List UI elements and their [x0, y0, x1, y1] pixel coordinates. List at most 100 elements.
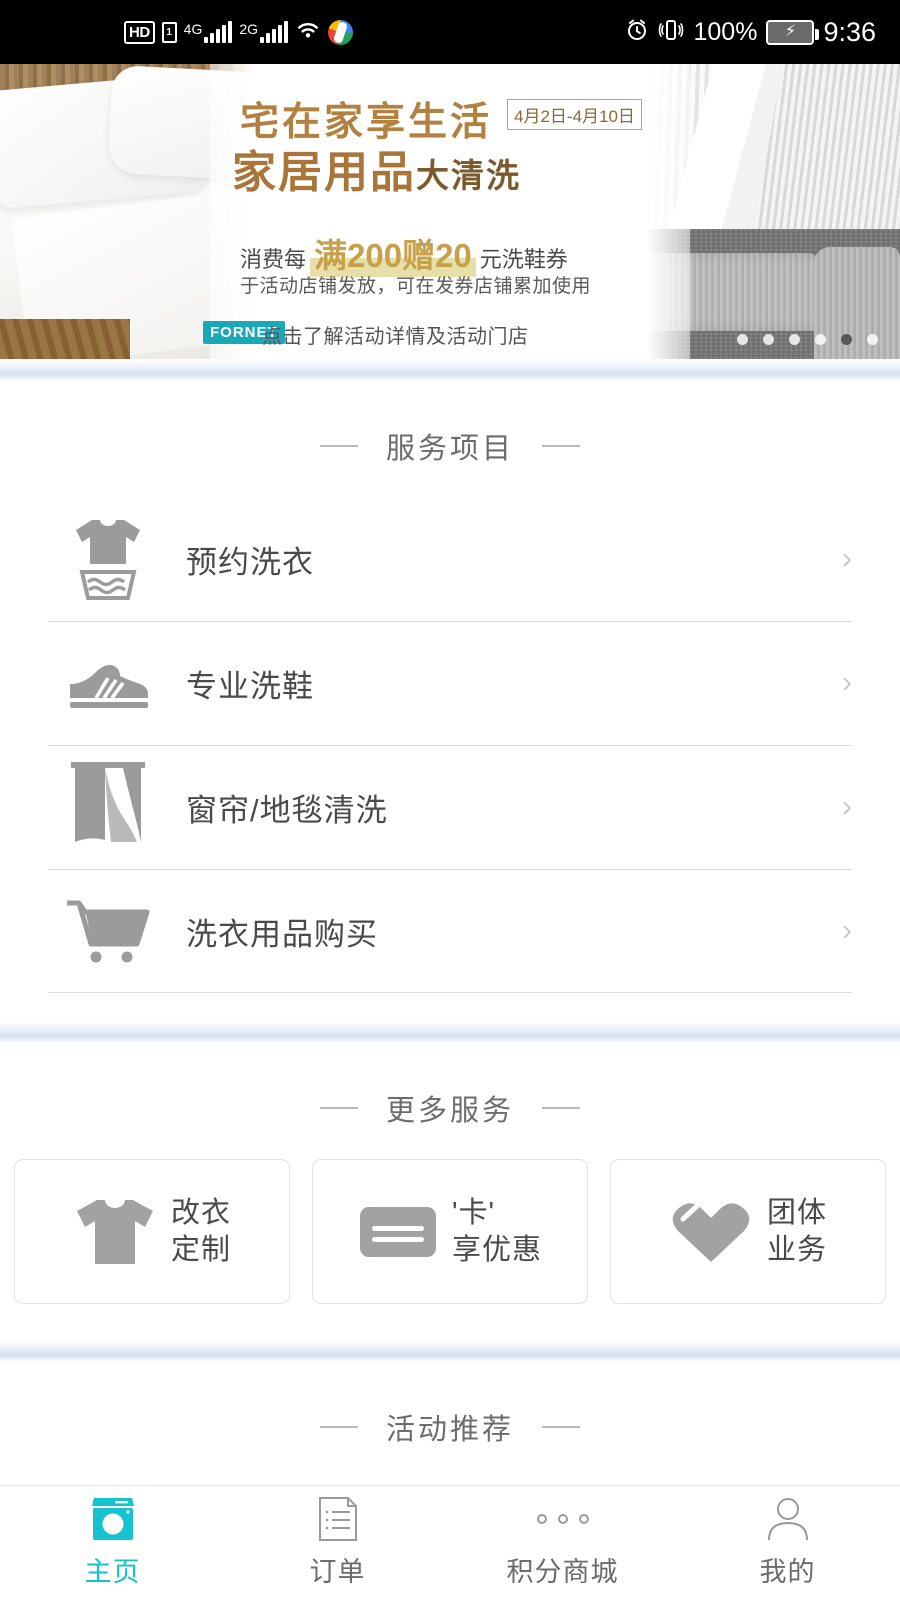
service-label: 预约洗衣 — [186, 544, 314, 580]
banner-headline-secondary: 家居用品大清洗 — [232, 136, 521, 200]
banner-promo-prefix: 消费每 — [240, 247, 307, 272]
google-photos-icon — [328, 19, 354, 45]
promo-banner-carousel[interactable]: 宅在家享生活 4月2日-4月10日 家居用品大清洗 消费每 满200赠20 元洗… — [0, 64, 900, 359]
carousel-dot-active[interactable] — [841, 334, 852, 345]
card-label-line2: 业务 — [766, 1233, 827, 1266]
tab-label: 我的 — [759, 1557, 816, 1587]
chevron-right-icon: › — [842, 790, 852, 823]
banner-subtitle: 于活动店铺发放，可在发券店铺累加使用 — [240, 276, 592, 297]
signal-bars-4g — [204, 21, 233, 43]
more-services-section: 更多服务 改衣 定制 '卡' 享优惠 团体 业务 — [0, 1043, 900, 1304]
tab-orders[interactable]: 订单 — [225, 1486, 450, 1600]
hd-badge: HD — [124, 20, 155, 44]
tab-home[interactable]: 主页 — [0, 1486, 225, 1600]
card-label-line1: '卡' — [451, 1197, 496, 1230]
card-clothing-alteration[interactable]: 改衣 定制 — [14, 1159, 290, 1304]
status-bar-left: HD 1 4G 2G — [124, 19, 354, 45]
card-icon — [358, 1203, 438, 1261]
heart-icon — [669, 1199, 753, 1265]
more-services-section-header: 更多服务 — [0, 1043, 900, 1159]
wifi-icon — [295, 19, 321, 45]
more-services-cards: 改衣 定制 '卡' 享优惠 团体 业务 — [0, 1159, 900, 1304]
signal-bars-2g — [260, 21, 289, 43]
card-label-line1: 团体 — [766, 1197, 827, 1230]
card-label-line2: 享优惠 — [451, 1233, 542, 1266]
banner-promo-line: 消费每 满200赠20 元洗鞋券 — [240, 229, 568, 277]
network-4g-label: 4G — [183, 21, 203, 37]
card-label: '卡' 享优惠 — [452, 1195, 542, 1268]
card-member-card[interactable]: '卡' 享优惠 — [312, 1159, 588, 1304]
header-dash-right — [542, 445, 580, 447]
bottom-tab-bar: 主页 订单 积分商城 我的 — [0, 1485, 900, 1600]
service-label: 洗衣用品购买 — [186, 916, 378, 952]
battery-percent-label: 100% — [693, 17, 758, 46]
banner-text-layer: 宅在家享生活 4月2日-4月10日 家居用品大清洗 消费每 满200赠20 元洗… — [0, 64, 900, 359]
section-separator — [0, 1021, 900, 1043]
status-bar: HD 1 4G 2G 100% ⚡ 9:36 — [0, 0, 900, 64]
washing-machine-icon — [89, 1497, 137, 1541]
services-section: 服务项目 预约洗衣 › 专业洗鞋 › 窗帘/地毯清洗 › 洗衣用品购买 › — [0, 381, 900, 993]
service-row-laundry[interactable]: 预约洗衣 › — [48, 497, 852, 621]
header-dash-left — [319, 1426, 358, 1428]
tab-label: 订单 — [309, 1557, 366, 1587]
signal-2g-group: 2G — [239, 21, 289, 43]
card-label: 改衣 定制 — [171, 1195, 231, 1268]
tshirt-wash-icon — [48, 516, 168, 602]
services-section-title: 服务项目 — [385, 433, 514, 465]
service-row-curtain-carpet[interactable]: 窗帘/地毯清洗 › — [48, 745, 852, 869]
banner-cta-text[interactable]: 点击了解活动详情及活动门店 — [262, 320, 529, 349]
header-dash-right — [542, 1426, 580, 1428]
card-label: 团体 业务 — [767, 1195, 827, 1268]
banner-headline-secondary-main: 家居用品 — [232, 148, 416, 197]
activity-section: 活动推荐 — [0, 1362, 900, 1478]
service-label: 窗帘/地毯清洗 — [186, 792, 388, 828]
tab-label: 积分商城 — [506, 1557, 619, 1587]
signal-4g-group: 4G — [184, 21, 233, 43]
banner-date-badge: 4月2日-4月10日 — [507, 99, 642, 130]
points-mall-icon — [536, 1497, 589, 1541]
service-row-shoes[interactable]: 专业洗鞋 › — [48, 621, 852, 745]
chevron-right-icon: › — [842, 666, 852, 699]
alarm-clock-icon — [625, 18, 649, 46]
header-dash-left — [319, 445, 358, 447]
shopping-cart-icon — [48, 898, 168, 964]
battery-charging-icon: ⚡ — [766, 19, 820, 45]
person-icon — [765, 1497, 811, 1541]
services-list: 预约洗衣 › 专业洗鞋 › 窗帘/地毯清洗 › 洗衣用品购买 › — [0, 497, 900, 993]
service-label: 专业洗鞋 — [186, 668, 314, 704]
network-2g-label: 2G — [239, 21, 259, 37]
section-separator — [0, 359, 900, 381]
sim-card-icon: 1 — [161, 21, 177, 43]
order-list-icon — [317, 1497, 359, 1541]
header-dash-left — [319, 1107, 358, 1109]
tshirt-icon — [73, 1196, 157, 1268]
card-group-business[interactable]: 团体 业务 — [610, 1159, 886, 1304]
carousel-dot[interactable] — [737, 334, 748, 345]
chevron-right-icon: › — [842, 914, 852, 947]
card-label-line2: 定制 — [170, 1233, 231, 1266]
vibrate-icon — [658, 18, 684, 46]
carousel-dots[interactable] — [737, 334, 878, 345]
tab-points-mall[interactable]: 积分商城 — [450, 1486, 675, 1600]
service-row-supplies[interactable]: 洗衣用品购买 › — [48, 869, 852, 993]
shoe-icon — [48, 654, 168, 712]
tab-profile[interactable]: 我的 — [675, 1486, 900, 1600]
services-section-header: 服务项目 — [0, 381, 900, 497]
section-separator — [0, 1340, 900, 1362]
activity-section-title: 活动推荐 — [385, 1414, 514, 1446]
carousel-dot[interactable] — [867, 334, 878, 345]
card-label-line1: 改衣 — [170, 1197, 231, 1230]
carousel-dot[interactable] — [815, 334, 826, 345]
banner-promo-suffix: 元洗鞋券 — [479, 247, 568, 272]
header-dash-right — [542, 1107, 580, 1109]
curtain-icon — [48, 760, 168, 854]
banner-headline-secondary-tail: 大清洗 — [416, 157, 521, 194]
more-services-section-title: 更多服务 — [385, 1095, 514, 1127]
activity-section-header: 活动推荐 — [0, 1362, 900, 1478]
tab-label: 主页 — [84, 1557, 141, 1587]
carousel-dot[interactable] — [763, 334, 774, 345]
status-bar-clock: 9:36 — [823, 16, 876, 47]
status-bar-right: 100% ⚡ 9:36 — [625, 17, 876, 48]
banner-promo-highlight: 满200赠20 — [310, 229, 476, 277]
carousel-dot[interactable] — [789, 334, 800, 345]
